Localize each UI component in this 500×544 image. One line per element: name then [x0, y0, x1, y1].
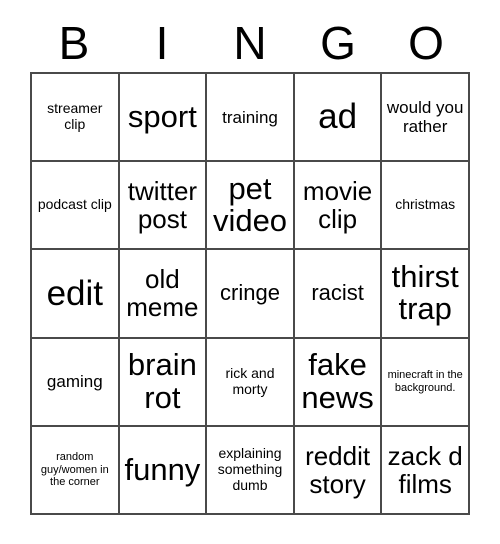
bingo-cell[interactable]: movie clip: [294, 162, 383, 251]
bingo-cell[interactable]: training: [207, 74, 295, 163]
bingo-cell[interactable]: cringe: [207, 250, 295, 339]
bingo-cell[interactable]: thirst trap: [382, 250, 470, 339]
bingo-cell[interactable]: twitter post: [119, 162, 208, 251]
bingo-cell[interactable]: christmas: [382, 162, 470, 251]
bingo-cell[interactable]: old meme: [119, 250, 208, 339]
bingo-cell[interactable]: sport: [119, 74, 208, 163]
bingo-header-letter: N: [233, 17, 267, 69]
bingo-cell-label: twitter post: [127, 176, 198, 235]
bingo-cell-label: brain rot: [127, 347, 197, 415]
bingo-cell-label: thirst trap: [391, 258, 459, 327]
bingo-cell[interactable]: random guy/women in the corner: [32, 426, 120, 515]
bingo-cell[interactable]: edit: [32, 250, 120, 339]
bingo-cell-label: movie clip: [302, 176, 373, 235]
bingo-cell-label: streamer clip: [47, 100, 103, 133]
bingo-cell-label: cringe: [220, 280, 280, 306]
bingo-header-letter: O: [408, 17, 444, 69]
bingo-cell-label: funny: [124, 451, 201, 487]
bingo-cell-label: gaming: [46, 372, 103, 392]
bingo-cell[interactable]: streamer clip: [32, 74, 120, 163]
bingo-cell[interactable]: pet video: [207, 162, 295, 251]
bingo-cell-label: pet video: [212, 170, 288, 239]
bingo-grid: streamer clip sport training ad would you ra…: [30, 72, 470, 515]
bingo-cell-label: sport: [127, 98, 197, 134]
bingo-header: B I N GO: [30, 14, 470, 72]
bingo-cell-label: racist: [311, 280, 364, 306]
bingo-cell-label: random guy/women in the corner: [40, 450, 109, 489]
bingo-cell-label: zack d films: [387, 440, 463, 499]
bingo-cell[interactable]: rick and morty: [207, 338, 295, 427]
bingo-cell-label: fake news: [301, 347, 374, 415]
bingo-cell-label: edit: [46, 273, 104, 313]
bingo-cell[interactable]: zack d films: [382, 426, 470, 515]
bingo-cell-label: old meme: [126, 264, 199, 323]
bingo-cell[interactable]: explaining something dumb: [207, 426, 295, 515]
bingo-cell-label: ad: [318, 97, 358, 137]
bingo-cell-label: training: [222, 107, 278, 127]
bingo-cell[interactable]: fake news: [294, 338, 383, 427]
bingo-cell-label: reddit story: [305, 440, 371, 499]
bingo-cell-label: would you rather: [386, 98, 464, 137]
bingo-cell[interactable]: racist: [294, 250, 383, 339]
bingo-header-letter: I: [155, 17, 169, 69]
bingo-cell[interactable]: would you rather: [382, 74, 470, 163]
bingo-header-letter: B: [58, 17, 90, 69]
bingo-cell-label: minecraft in the background.: [387, 368, 463, 394]
bingo-header-letter: G: [320, 17, 356, 69]
bingo-cell[interactable]: minecraft in the background.: [382, 338, 470, 427]
bingo-cell[interactable]: podcast clip: [32, 162, 120, 251]
bingo-card: B I N GO streamer clip sport training ad would …: [0, 0, 500, 544]
bingo-cell[interactable]: reddit story: [294, 426, 383, 515]
bingo-cell[interactable]: brain rot: [119, 338, 208, 427]
bingo-cell[interactable]: funny: [119, 426, 208, 515]
bingo-cell[interactable]: ad: [294, 74, 383, 163]
bingo-cell-label: explaining something dumb: [217, 444, 283, 493]
bingo-cell[interactable]: gaming: [32, 338, 120, 427]
bingo-cell-label: rick and morty: [225, 364, 275, 397]
bingo-cell-label: podcast clip: [37, 196, 112, 213]
bingo-cell-label: christmas: [395, 196, 456, 213]
